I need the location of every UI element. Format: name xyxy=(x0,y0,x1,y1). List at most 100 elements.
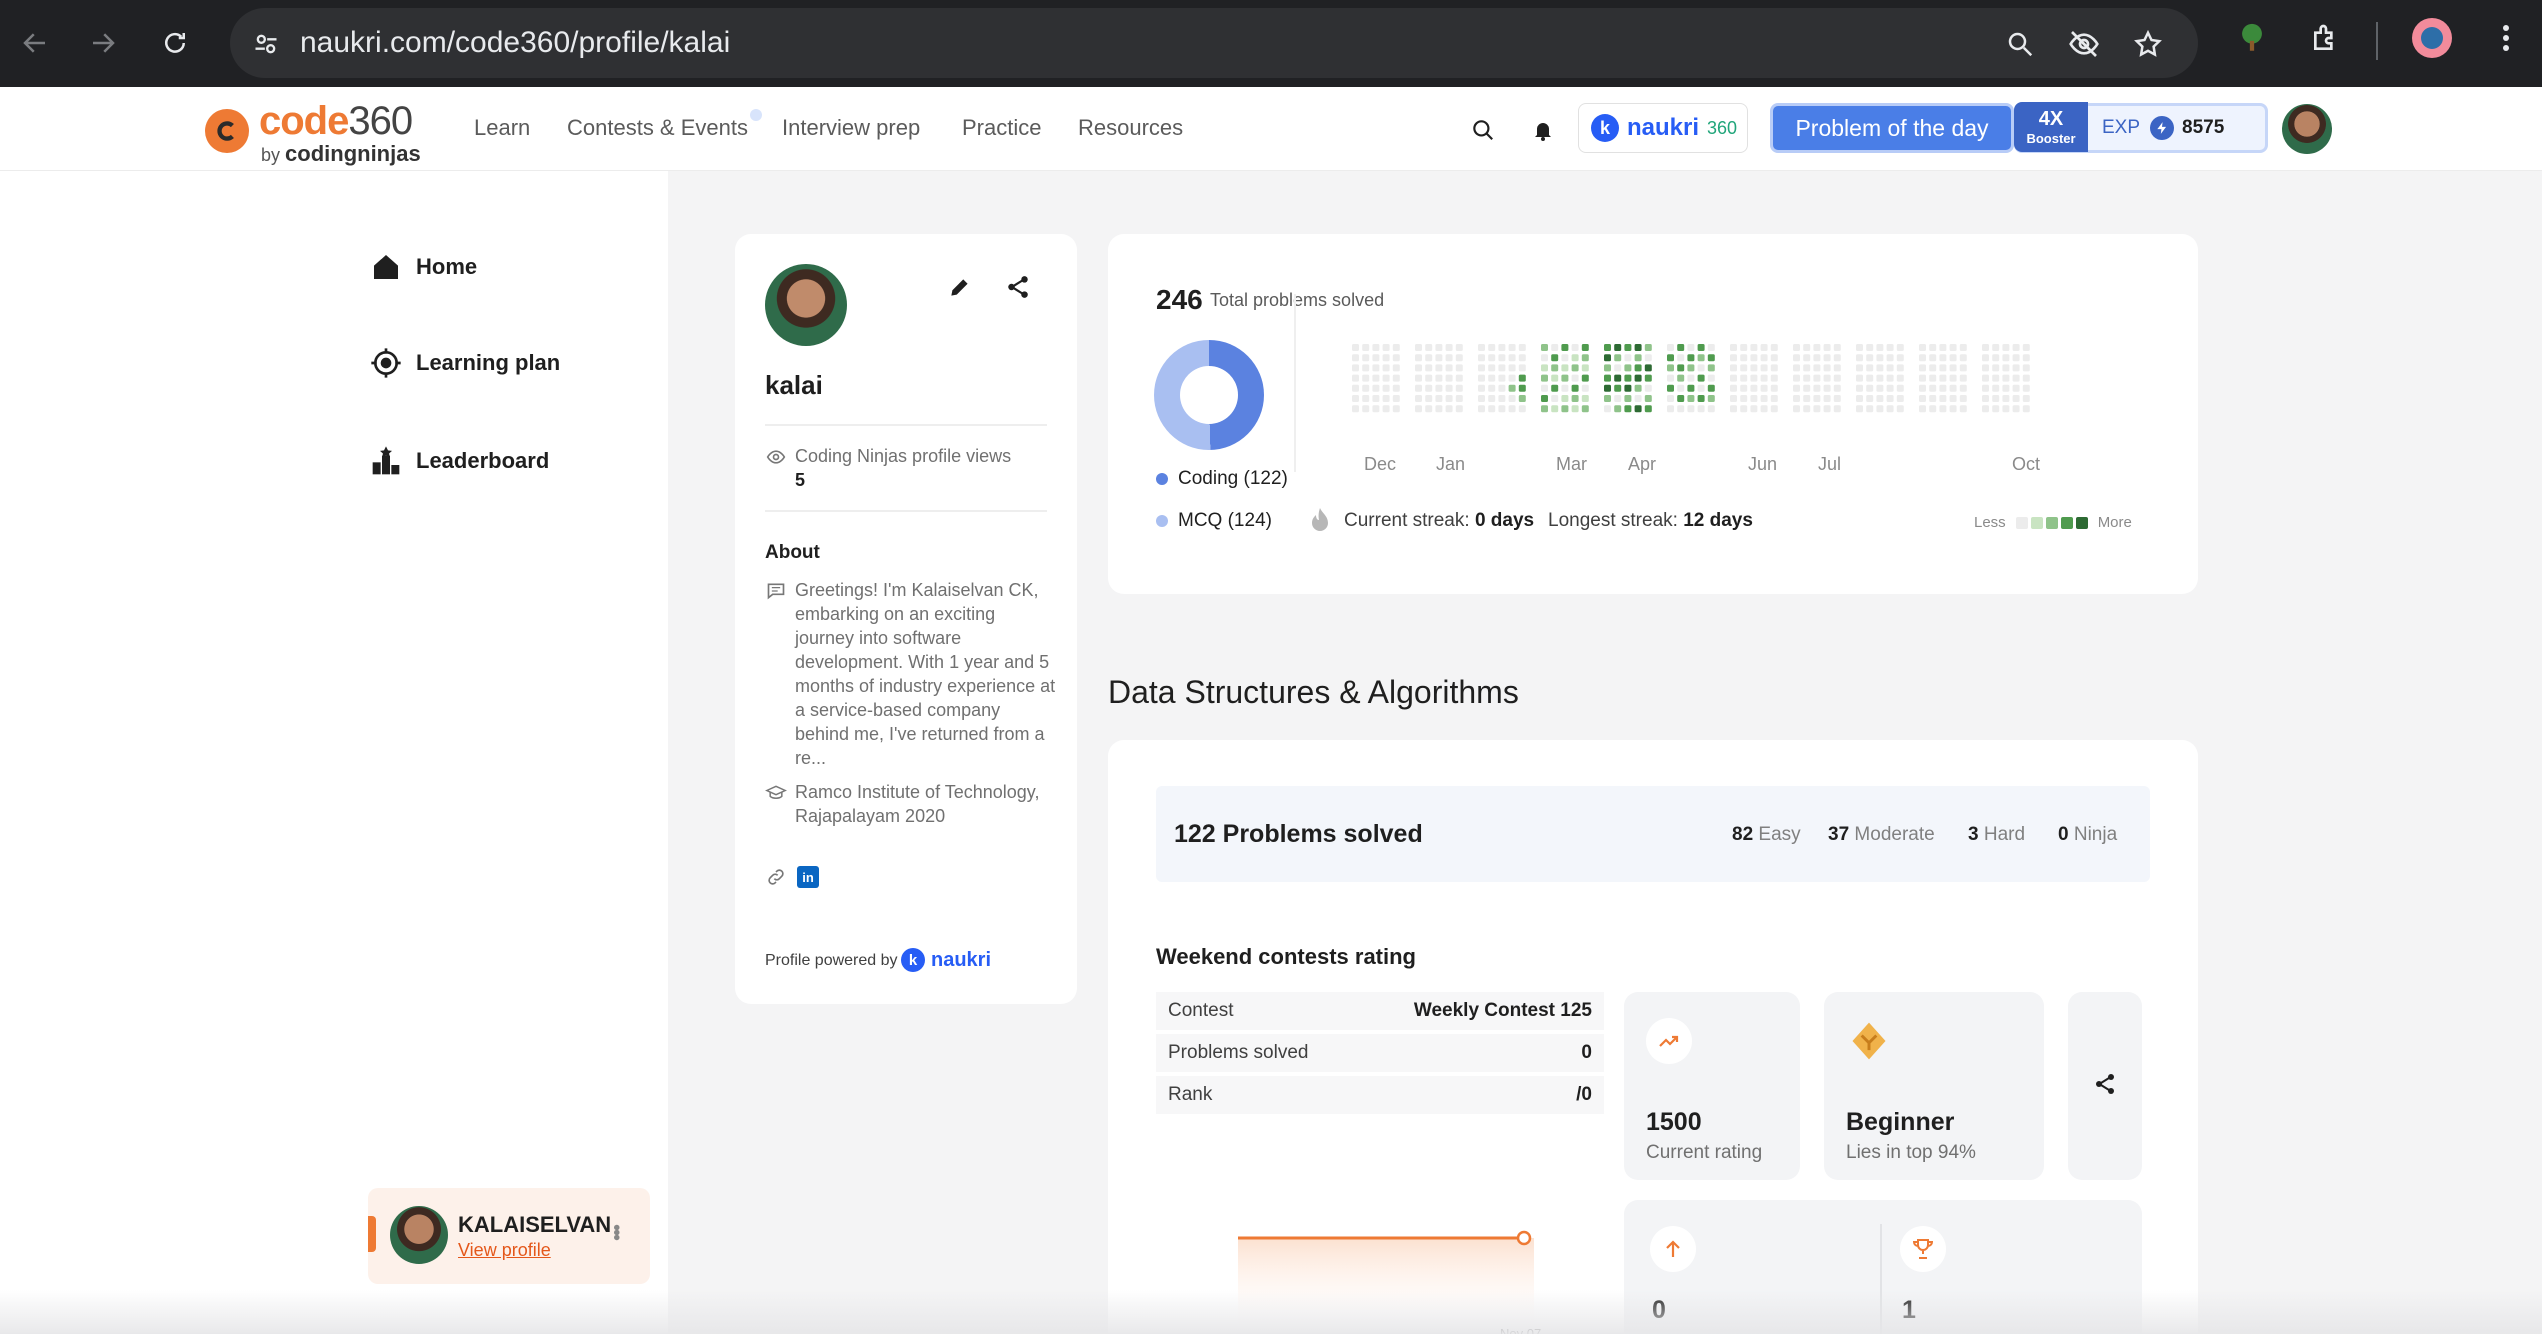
heatmap-cell xyxy=(1551,364,1559,372)
more-menu-icon[interactable] xyxy=(2486,18,2526,58)
naukri-brand[interactable]: k naukri xyxy=(901,948,991,972)
naukri360-button[interactable]: k naukri 360 xyxy=(1578,103,1748,153)
heatmap-cell xyxy=(1551,354,1559,362)
bell-icon[interactable] xyxy=(1526,113,1560,147)
heatmap-cell xyxy=(1518,405,1526,413)
heatmap-cell xyxy=(1362,344,1370,351)
problem-of-the-day-button[interactable]: Problem of the day xyxy=(1770,103,2014,153)
sidebar-profile-card[interactable]: KALAISELVAN View profile ••• xyxy=(368,1188,650,1284)
heatmap-cell xyxy=(1478,344,1485,351)
profile-avatar-icon[interactable] xyxy=(2412,18,2452,58)
kebab-menu-icon[interactable]: ••• xyxy=(604,1224,627,1239)
booster-badge: 4X Booster xyxy=(2014,101,2088,152)
heatmap-cell xyxy=(1634,384,1642,392)
heatmap-cell xyxy=(1740,364,1748,372)
heatmap-cell xyxy=(1382,364,1390,372)
heatmap-cell xyxy=(1455,395,1463,402)
heatmap-cell xyxy=(1856,354,1863,362)
heatmap-cell xyxy=(1813,354,1821,362)
share-icon[interactable] xyxy=(1005,274,1031,305)
heatmap-cell xyxy=(1949,384,1957,392)
heatmap-cell xyxy=(1604,364,1611,372)
heatmap-cell xyxy=(1886,405,1894,413)
level-card: Beginner Lies in top 94% xyxy=(1824,992,2044,1180)
heatmap-cell xyxy=(1677,405,1685,413)
heatmap-cell xyxy=(1896,374,1904,382)
nav-resources[interactable]: Resources xyxy=(1078,115,1183,141)
dsa-section-title: Data Structures & Algorithms xyxy=(1108,674,1519,710)
active-indicator xyxy=(368,1216,376,1252)
current-rating-card: 1500 Current rating xyxy=(1624,992,1800,1180)
difficulty-moderate: 37 Moderate xyxy=(1828,824,1935,845)
heatmap-cell xyxy=(1949,395,1957,402)
user-avatar[interactable] xyxy=(2282,104,2332,154)
chart-point[interactable] xyxy=(1516,1230,1532,1246)
heatmap-cell xyxy=(1803,395,1811,402)
sidebar-item-leaderboard[interactable]: Leaderboard xyxy=(370,445,549,477)
heatmap-cell xyxy=(1803,374,1811,382)
star-icon[interactable] xyxy=(2130,26,2166,62)
site-header: code360 by codingninjas Learn Contests &… xyxy=(0,87,2542,171)
sidebar-item-learning-plan[interactable]: Learning plan xyxy=(370,347,560,379)
site-info-icon[interactable] xyxy=(248,26,284,62)
eye-off-icon[interactable] xyxy=(2066,26,2102,62)
extensions-puzzle-icon[interactable] xyxy=(2306,18,2346,58)
heatmap-cell xyxy=(1362,354,1370,362)
heatmap-cell xyxy=(1415,374,1422,382)
heatmap-cell xyxy=(1959,405,1967,413)
heatmap-cell xyxy=(2012,344,2020,351)
heatmap-cell xyxy=(1425,384,1433,392)
divider xyxy=(765,424,1047,426)
heatmap-cell xyxy=(1949,354,1957,362)
share-stats-button[interactable] xyxy=(2068,992,2142,1180)
table-row: Contest Weekly Contest 125 xyxy=(1156,992,1604,1030)
back-arrow-icon[interactable] xyxy=(12,20,58,66)
heatmap-cell xyxy=(1813,364,1821,372)
nav-learn[interactable]: Learn xyxy=(474,115,530,141)
heatmap-cell xyxy=(1571,344,1579,351)
url-text[interactable]: naukri.com/code360/profile/kalai xyxy=(300,26,730,60)
search-icon[interactable] xyxy=(1466,113,1500,147)
difficulty-easy: 82 Easy xyxy=(1732,824,1801,845)
heatmap-cell xyxy=(2022,405,2030,413)
forward-arrow-icon[interactable] xyxy=(80,20,126,66)
heatmap-cell xyxy=(1949,405,1957,413)
month-label: Jul xyxy=(1818,454,1842,474)
heatmap-cell xyxy=(1677,344,1685,351)
exp-booster-widget[interactable]: 4X Booster EXP 8575 xyxy=(2014,101,2268,153)
heatmap-cell xyxy=(1392,364,1400,372)
heatmap-cell xyxy=(1750,364,1758,372)
edit-pencil-icon[interactable] xyxy=(947,274,973,305)
view-profile-link[interactable]: View profile xyxy=(458,1240,551,1261)
flame-icon xyxy=(1308,506,1332,539)
heatmap-cell xyxy=(1886,384,1894,392)
heatmap-cell xyxy=(1518,384,1526,392)
logo-subtitle: by codingninjas xyxy=(261,141,421,166)
trending-up-icon xyxy=(1646,1018,1692,1064)
heatmap-cell xyxy=(1518,395,1526,402)
zoom-icon[interactable] xyxy=(2002,26,2038,62)
heatmap-cell xyxy=(1856,344,1863,351)
heatmap-cell xyxy=(1488,395,1496,402)
sidebar-item-home[interactable]: Home xyxy=(370,251,477,283)
heatmap-cell xyxy=(1541,395,1548,402)
heatmap-cell xyxy=(1372,364,1380,372)
about-text: Greetings! I'm Kalaiselvan CK, embarking… xyxy=(795,580,1056,768)
heatmap-cell xyxy=(1624,395,1632,402)
level-value: Beginner xyxy=(1846,1108,1955,1136)
link-icon xyxy=(765,866,787,888)
extension-tree-icon[interactable] xyxy=(2232,18,2272,58)
nav-interview-prep[interactable]: Interview prep xyxy=(782,115,920,141)
address-bar[interactable]: naukri.com/code360/profile/kalai xyxy=(230,8,2198,78)
linkedin-icon[interactable]: in xyxy=(797,866,819,888)
profile-username: kalai xyxy=(765,370,823,400)
heatmap-cell xyxy=(1488,364,1496,372)
nav-contests-events[interactable]: Contests & Events xyxy=(567,115,748,141)
divider xyxy=(765,510,1047,512)
nav-practice[interactable]: Practice xyxy=(962,115,1041,141)
heatmap-cell xyxy=(1687,344,1695,351)
heatmap-cell xyxy=(1823,374,1831,382)
reload-icon[interactable] xyxy=(152,20,198,66)
heatmap-cell xyxy=(1415,395,1422,402)
heatmap-cell xyxy=(1644,405,1652,413)
